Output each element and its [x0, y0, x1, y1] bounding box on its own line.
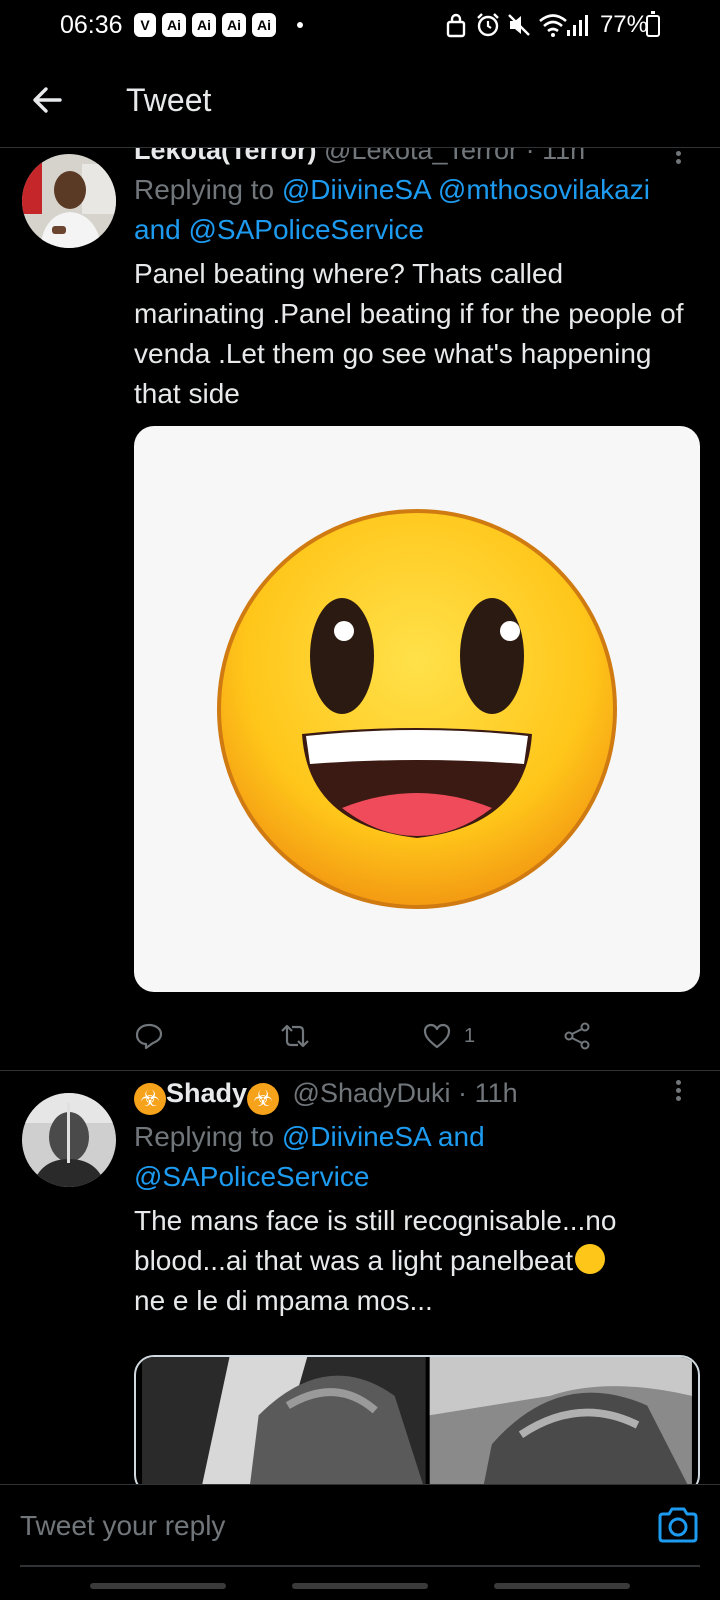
notification-badge: Ai — [162, 13, 186, 37]
notification-badge: Ai — [222, 13, 246, 37]
mention-link[interactable]: @SAPoliceService — [134, 1161, 369, 1192]
reply-composer — [0, 1484, 720, 1600]
wifi-icon — [539, 14, 567, 37]
nav-gesture-bar — [292, 1583, 428, 1589]
mention-and: and — [134, 214, 181, 245]
tweet-body: ☣ Shady ☣ @ShadyDuki · 11h Replying to @Di… — [134, 1075, 700, 1321]
mention-link[interactable]: @DiivineSA — [282, 1121, 430, 1152]
tweet-image-grinning-emoji[interactable] — [134, 426, 700, 992]
mute-icon — [508, 14, 530, 36]
notification-badge: V — [134, 13, 156, 37]
top-app-bar: Tweet — [0, 52, 720, 148]
back-arrow-icon[interactable] — [26, 78, 70, 122]
signal-icon — [567, 15, 588, 36]
mention-and: and — [437, 1121, 485, 1152]
tweet-text: The mans face is still recognisable...no… — [134, 1201, 700, 1321]
more-notifications-dot — [297, 22, 303, 28]
tweet-text-main: The mans face is still recognisable...no… — [134, 1205, 617, 1276]
battery-percent: 77% — [599, 11, 648, 38]
tweet-actions: 1 — [134, 1016, 700, 1056]
avatar[interactable] — [22, 1093, 116, 1187]
share-button[interactable] — [562, 1016, 592, 1056]
user-photo — [22, 154, 116, 248]
input-underline — [20, 1565, 700, 1567]
replying-to: Replying to @DiivineSA and @SAPoliceServ… — [134, 1117, 700, 1197]
nav-gesture-bar — [90, 1583, 226, 1589]
tweet-text-end: ne e le di mpama mos... — [134, 1285, 433, 1316]
battery-icon — [646, 11, 660, 37]
reply-input[interactable] — [20, 1503, 620, 1549]
notification-badge: Ai — [192, 13, 216, 37]
reply-icon — [135, 1023, 163, 1050]
heart-icon — [423, 1023, 451, 1049]
alarm-icon — [477, 13, 499, 37]
avatar[interactable] — [22, 154, 116, 248]
lock-icon — [446, 13, 466, 38]
retweet-icon — [281, 1024, 309, 1048]
page-title: Tweet — [126, 82, 212, 118]
mention-link[interactable]: @mthosovilakazi — [438, 174, 650, 205]
notification-badge: Ai — [252, 13, 276, 37]
camera-icon[interactable] — [656, 1505, 700, 1545]
status-bar: 06:36 V Ai Ai Ai Ai 77% — [0, 0, 720, 52]
replying-to: Replying to @DiivineSA @mthosovilakazi a… — [134, 170, 700, 250]
tweet-text: Panel beating where? Thats called marina… — [134, 258, 684, 409]
status-time: 06:36 — [60, 11, 123, 39]
share-icon — [564, 1022, 590, 1050]
mention-link[interactable]: @DiivineSA — [282, 174, 430, 205]
tweet-image-photo[interactable] — [134, 1355, 700, 1495]
user-photo — [22, 1093, 116, 1187]
tweet-header: ☣ Shady ☣ @ShadyDuki · 11h — [134, 1075, 700, 1115]
like-button[interactable]: 1 — [422, 1016, 475, 1056]
replying-label: Replying to — [134, 174, 275, 205]
separator-dot: · — [458, 1078, 468, 1108]
mention-link[interactable]: @SAPoliceService — [189, 214, 424, 245]
biohazard-emoji: ☣ — [134, 1083, 166, 1115]
reply-button[interactable] — [134, 1016, 164, 1056]
weary-face-emoji — [574, 1244, 605, 1274]
tweet[interactable]: ☣ Shady ☣ @ShadyDuki · 11h Replying to @Di… — [0, 1071, 720, 1495]
display-name[interactable]: Shady — [166, 1078, 247, 1108]
nav-gesture-bar — [494, 1583, 630, 1589]
tweet[interactable]: Lekota(Terror) @Lekota_Terror · 11h Repl… — [0, 130, 720, 1070]
user-handle[interactable]: @ShadyDuki — [293, 1078, 451, 1108]
biohazard-emoji: ☣ — [247, 1083, 280, 1115]
tweet-body: Lekota(Terror) @Lekota_Terror · 11h Repl… — [134, 132, 700, 414]
tweet-time: 11h — [474, 1078, 518, 1108]
like-count: 1 — [464, 1024, 476, 1047]
replying-label: Replying to — [134, 1121, 275, 1152]
retweet-button[interactable] — [278, 1016, 312, 1056]
